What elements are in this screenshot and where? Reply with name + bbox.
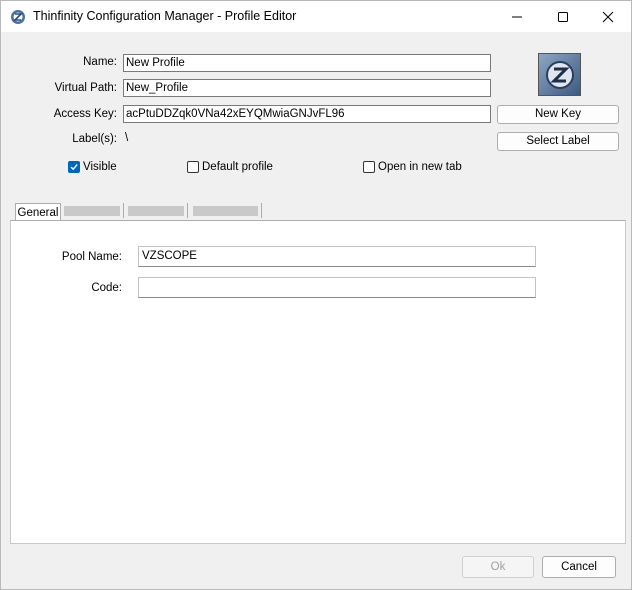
tab-redacted-1[interactable]: [64, 206, 120, 216]
code-label: Code:: [91, 282, 122, 294]
profile-logo-image: [545, 60, 574, 89]
tab-redacted-3[interactable]: [193, 206, 258, 216]
open-new-tab-label: Open in new tab: [378, 161, 462, 173]
open-new-tab-checkbox-box[interactable]: [363, 161, 375, 173]
close-icon: [602, 11, 614, 22]
name-label: Name:: [83, 56, 117, 68]
checkmark-icon: [70, 164, 78, 171]
access-key-field[interactable]: acPtuDDZqk0VNa42xEYQMwiaGNJvFL96: [123, 105, 491, 123]
default-profile-checkbox-box[interactable]: [187, 161, 199, 173]
tab-general[interactable]: General: [15, 203, 61, 221]
maximize-icon: [558, 11, 568, 22]
default-profile-checkbox[interactable]: Default profile: [187, 161, 273, 173]
default-profile-label: Default profile: [202, 161, 273, 173]
window-title: Thinfinity Configuration Manager - Profi…: [33, 9, 297, 23]
maximize-button[interactable]: [540, 1, 586, 32]
access-key-label: Access Key:: [53, 108, 117, 120]
minimize-icon: [512, 16, 522, 17]
minimize-button[interactable]: [494, 1, 540, 32]
title-bar: Thinfinity Configuration Manager - Profi…: [1, 1, 631, 32]
thinfinity-app-icon: [11, 10, 25, 24]
ok-button[interactable]: Ok: [462, 556, 534, 578]
visible-label: Visible: [83, 161, 117, 173]
name-field[interactable]: New Profile: [123, 54, 491, 72]
visible-checkbox-box[interactable]: [68, 161, 80, 173]
tab-separator: [123, 203, 124, 218]
cancel-button[interactable]: Cancel: [542, 556, 616, 578]
new-key-button[interactable]: New Key: [497, 105, 619, 124]
open-new-tab-checkbox[interactable]: Open in new tab: [363, 161, 462, 173]
profile-logo-icon: [538, 53, 581, 96]
close-button[interactable]: [585, 1, 631, 32]
virtual-path-field[interactable]: New_Profile: [123, 79, 491, 97]
tab-separator: [187, 203, 188, 218]
visible-checkbox[interactable]: Visible: [68, 161, 117, 173]
select-label-button[interactable]: Select Label: [497, 132, 619, 151]
tab-redacted-2[interactable]: [128, 206, 184, 216]
pool-name-label: Pool Name:: [61, 251, 122, 263]
tab-separator: [261, 203, 262, 218]
labels-value: \: [125, 132, 129, 144]
pool-name-field[interactable]: VZSCOPE: [138, 246, 536, 267]
virtual-path-label: Virtual Path:: [54, 82, 117, 94]
general-tab-panel: Pool Name: VZSCOPE Code:: [10, 220, 626, 544]
profile-editor-window: Thinfinity Configuration Manager - Profi…: [0, 0, 632, 590]
code-field[interactable]: [138, 277, 536, 298]
labels-label: Label(s):: [72, 133, 117, 145]
